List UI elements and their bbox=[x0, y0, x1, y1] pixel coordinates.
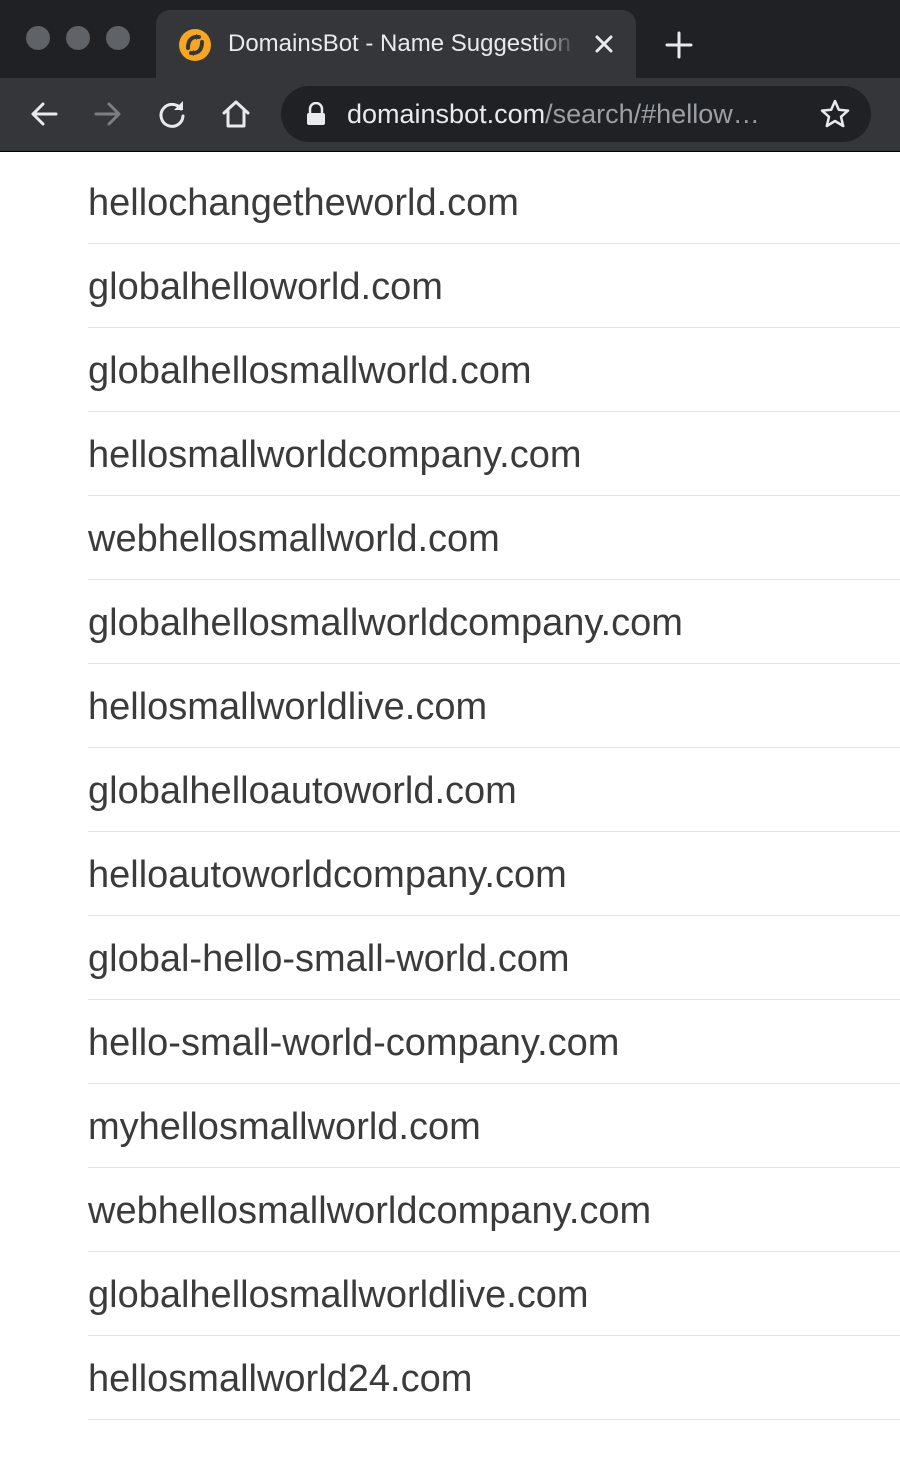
arrow-left-icon[interactable] bbox=[28, 98, 60, 130]
domain-suggestion-item[interactable]: hellosmallworld24.com bbox=[88, 1336, 900, 1420]
domain-suggestion-item[interactable]: globalhelloworld.com bbox=[88, 244, 900, 328]
domain-suggestion-item[interactable]: globalhelloautoworld.com bbox=[88, 748, 900, 832]
domain-suggestion-list: hellochangetheworld.com globalhelloworld… bbox=[88, 160, 900, 1420]
star-icon[interactable] bbox=[819, 98, 851, 130]
domain-suggestion-item[interactable]: hello-small-world-company.com bbox=[88, 1000, 900, 1084]
window-minimize-icon[interactable] bbox=[66, 26, 90, 50]
domainsbot-logo-icon bbox=[178, 28, 212, 62]
address-bar[interactable]: domainsbot.com/search/#hellow… bbox=[281, 86, 871, 142]
domain-suggestion-item[interactable]: hellosmallworldcompany.com bbox=[88, 412, 900, 496]
tab-title: DomainsBot - Name Suggestion bbox=[228, 30, 571, 57]
domain-suggestion-item[interactable]: globalhellosmallworld.com bbox=[88, 328, 900, 412]
url-host: domainsbot.com bbox=[347, 99, 546, 129]
url-path: /search/#hellow… bbox=[545, 99, 760, 129]
domain-suggestion-item[interactable]: myhellosmallworld.com bbox=[88, 1084, 900, 1168]
active-tab[interactable]: DomainsBot - Name Suggestion bbox=[156, 10, 636, 78]
plus-icon[interactable] bbox=[664, 30, 694, 60]
domain-suggestion-item[interactable]: globalhellosmallworldcompany.com bbox=[88, 580, 900, 664]
domain-suggestion-item[interactable]: webhellosmallworldcompany.com bbox=[88, 1168, 900, 1252]
url-text[interactable]: domainsbot.com/search/#hellow… bbox=[347, 98, 793, 130]
domain-suggestion-item[interactable]: hellosmallworldlive.com bbox=[88, 664, 900, 748]
lock-icon[interactable] bbox=[305, 101, 327, 126]
window-zoom-icon[interactable] bbox=[106, 26, 130, 50]
domain-suggestion-item[interactable]: global-hello-small-world.com bbox=[88, 916, 900, 1000]
domain-suggestion-item[interactable]: hellochangetheworld.com bbox=[88, 160, 900, 244]
reload-icon[interactable] bbox=[156, 98, 188, 130]
arrow-right-icon[interactable] bbox=[92, 98, 124, 130]
tab-strip: DomainsBot - Name Suggestion bbox=[0, 0, 900, 78]
page-content: hellochangetheworld.com globalhelloworld… bbox=[0, 152, 900, 1460]
domain-suggestion-item[interactable]: webhellosmallworld.com bbox=[88, 496, 900, 580]
close-icon[interactable] bbox=[590, 30, 618, 58]
toolbar: domainsbot.com/search/#hellow… bbox=[0, 78, 900, 152]
domain-suggestion-item[interactable]: helloautoworldcompany.com bbox=[88, 832, 900, 916]
window-close-icon[interactable] bbox=[26, 26, 50, 50]
browser-chrome: DomainsBot - Name Suggestion domainsbot.… bbox=[0, 0, 900, 152]
home-icon[interactable] bbox=[220, 98, 252, 130]
domain-suggestion-item[interactable]: globalhellosmallworldlive.com bbox=[88, 1252, 900, 1336]
